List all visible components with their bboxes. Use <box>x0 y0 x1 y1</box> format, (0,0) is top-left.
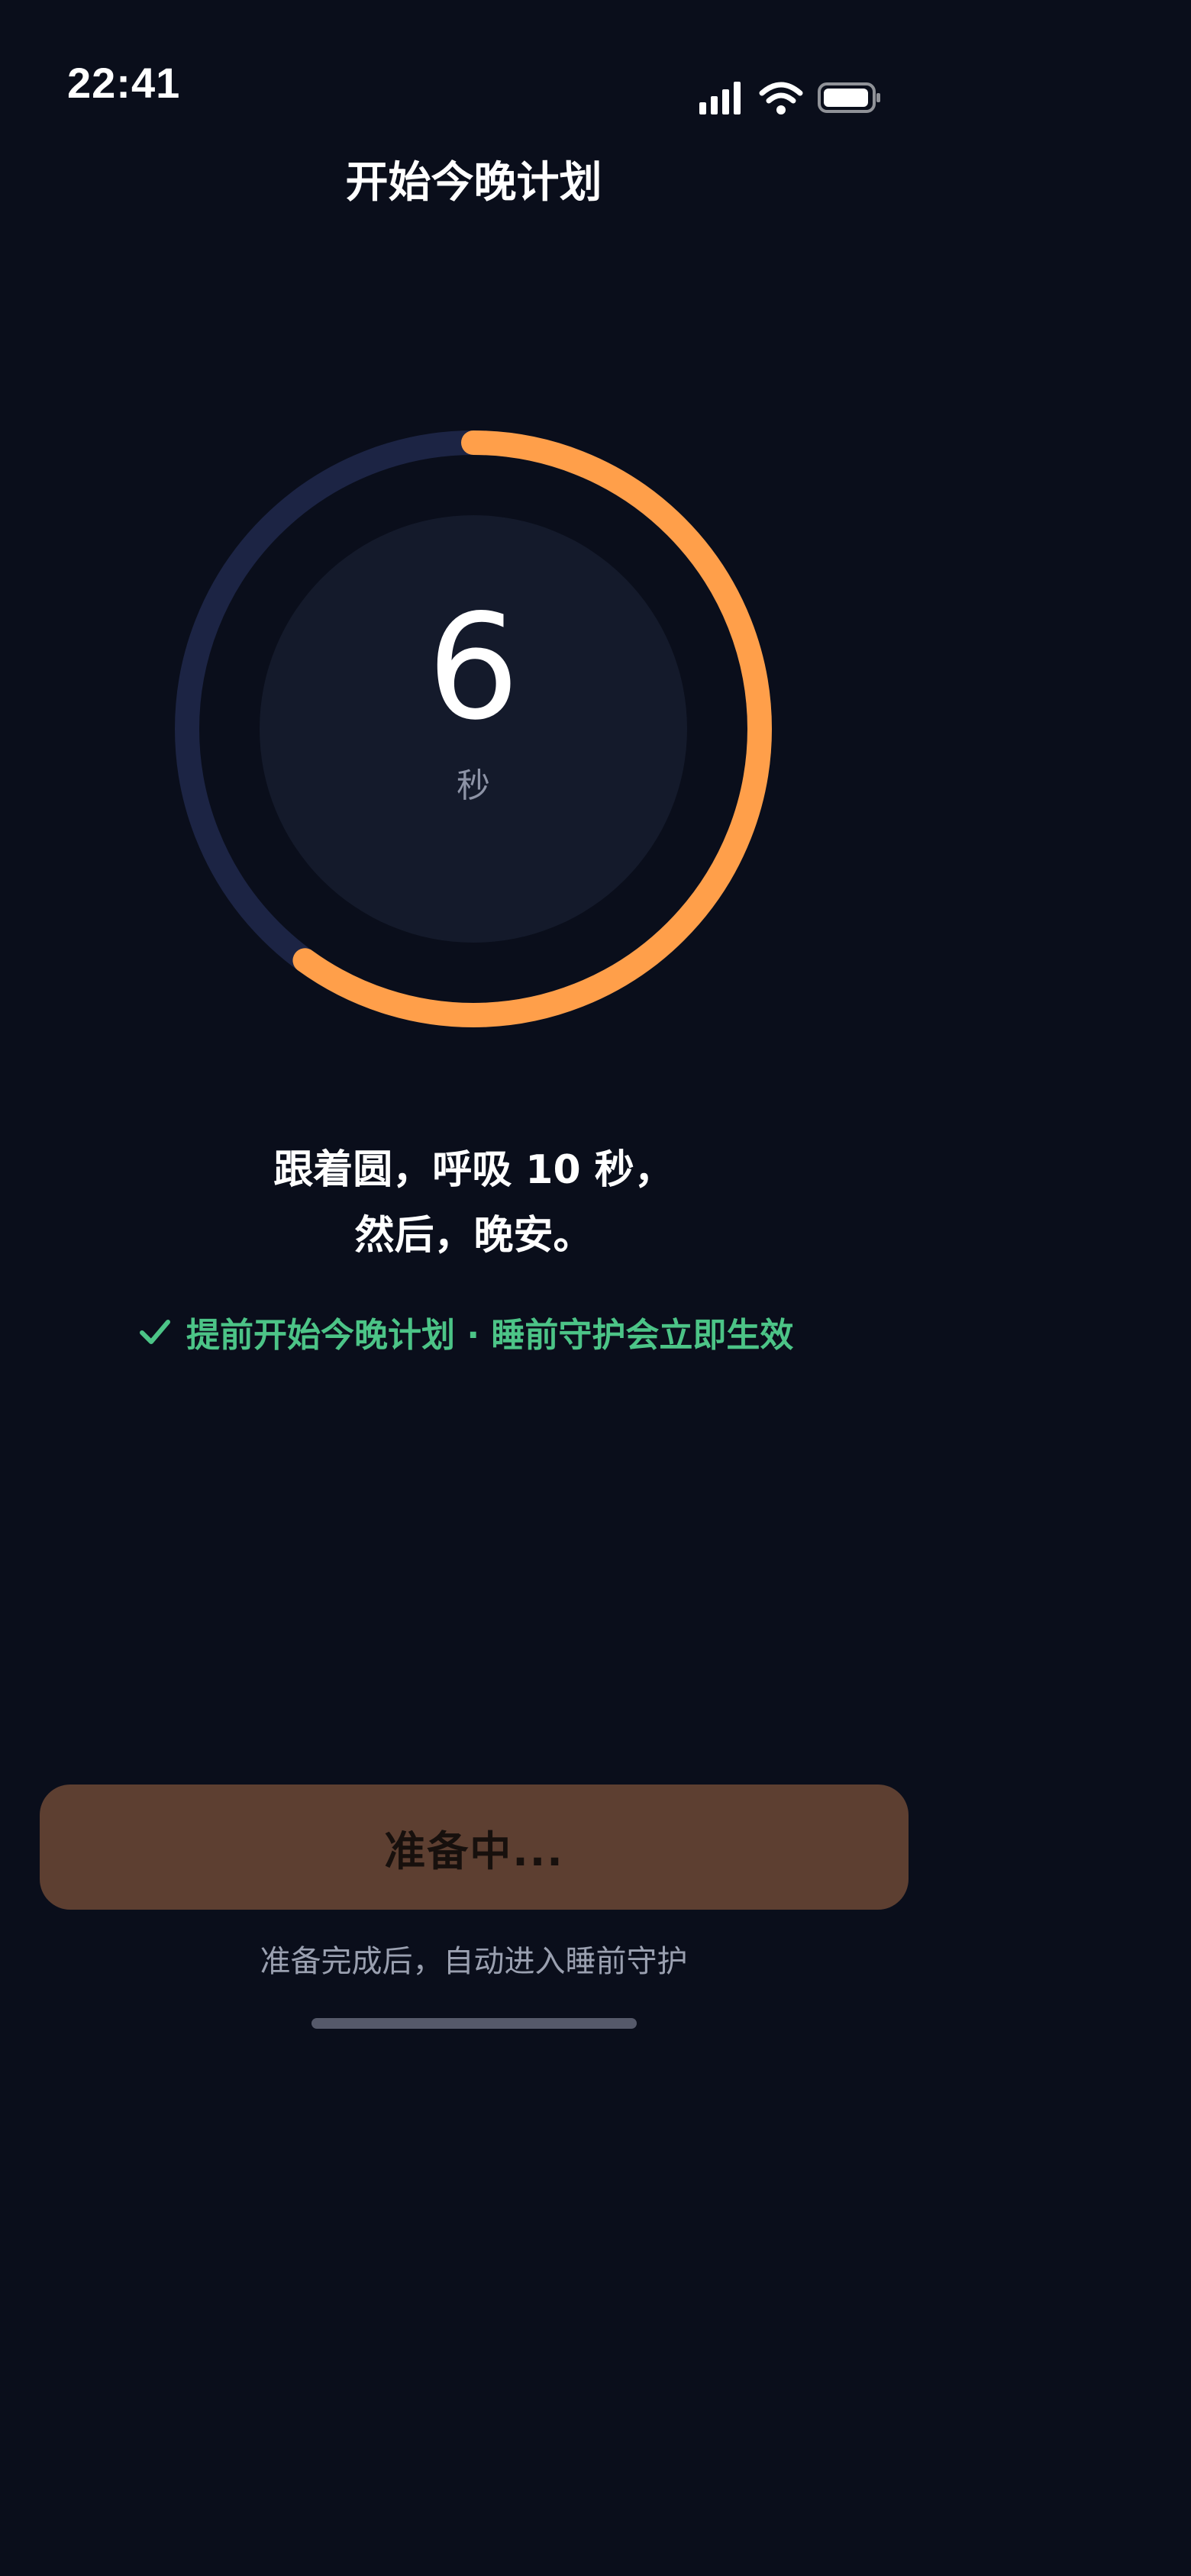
preparing-hint: 准备完成后，自动进入睡前守护 <box>260 1944 688 1979</box>
home-indicator <box>311 2018 637 2029</box>
preparing-button[interactable]: 准备中... <box>40 1785 909 1910</box>
cellular-signal-icon <box>699 82 741 114</box>
battery-icon <box>818 82 880 113</box>
plan-notice: 提前开始今晚计划 · 睡前守护会立即生效 <box>137 1305 793 1359</box>
plan-notice-text: 提前开始今晚计划 · 睡前守护会立即生效 <box>186 1316 794 1355</box>
page-title: 开始今晚计划 <box>345 158 602 208</box>
wifi-icon <box>759 82 803 114</box>
countdown-ring: 6 秒 <box>168 424 779 1034</box>
status-bar: 22:41 <box>0 0 1191 153</box>
countdown-number: 6 <box>427 583 520 752</box>
instruction-line-2: 然后，晚安。 <box>354 1213 593 1259</box>
countdown-unit: 秒 <box>457 766 490 805</box>
instruction-text: 跟着圆，呼吸 10 秒， 然后，晚安。 <box>0 1137 947 1269</box>
instruction-line-1: 跟着圆，呼吸 10 秒， <box>273 1147 674 1193</box>
check-icon <box>140 1320 170 1344</box>
status-time: 22:41 <box>67 59 181 107</box>
status-icons <box>695 76 886 119</box>
